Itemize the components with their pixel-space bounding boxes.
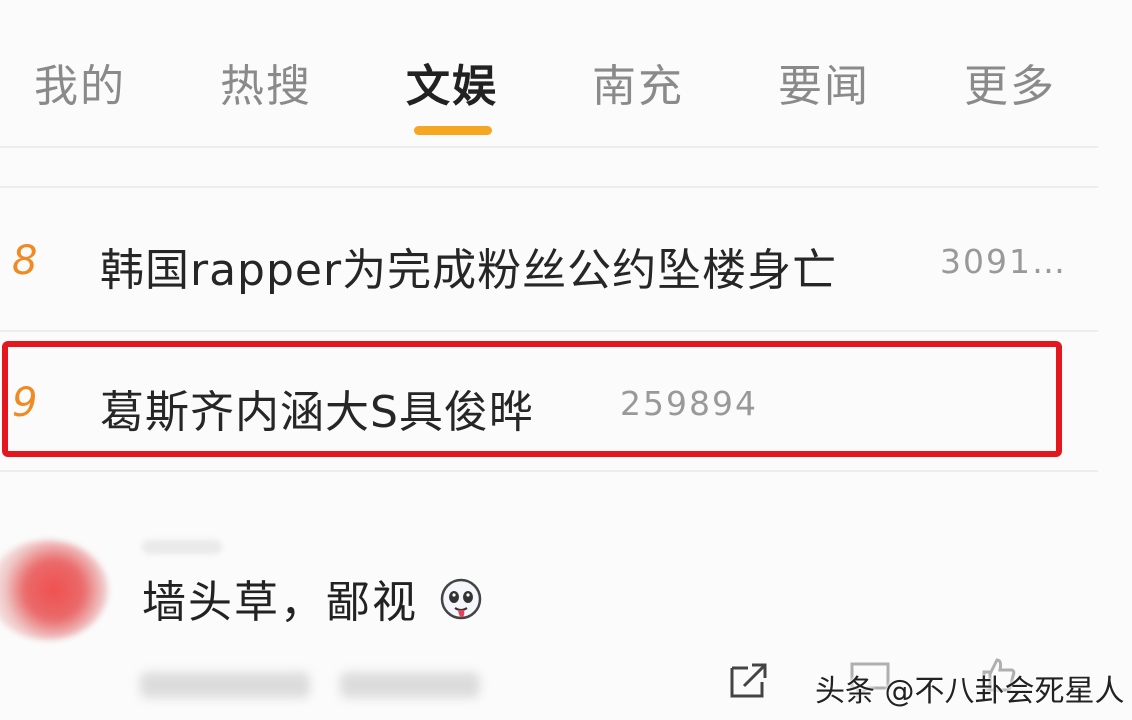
tab-mine[interactable]: 我的	[34, 50, 126, 114]
tab-entertainment[interactable]: 文娱	[406, 50, 498, 114]
skull-tongue-emoji-icon	[438, 577, 484, 634]
divider	[0, 186, 1098, 188]
blurred-source	[340, 672, 480, 698]
avatar[interactable]	[0, 540, 108, 640]
tab-hot-search[interactable]: 热搜	[220, 50, 312, 114]
divider	[0, 146, 1098, 148]
comment-text: 墙头草，鄙视	[142, 566, 484, 634]
tab-news[interactable]: 要闻	[778, 50, 870, 114]
watermark: 头条 @不八卦会死星人	[815, 674, 1125, 709]
share-icon[interactable]	[728, 660, 770, 700]
divider	[0, 330, 1098, 332]
blurred-timestamp	[140, 672, 310, 698]
hot-list-item[interactable]: 8 韩国rapper为完成粉丝公约坠楼身亡 3091…	[0, 200, 1098, 320]
comment-body: 墙头草，鄙视	[142, 577, 418, 628]
blurred-username	[142, 540, 222, 554]
rank-number: 8	[12, 238, 38, 284]
divider	[0, 470, 1098, 472]
channel-tab-bar: 我的 热搜 文娱 南充 要闻 更多	[0, 0, 1132, 148]
tab-more[interactable]: 更多	[964, 50, 1056, 114]
highlight-box	[2, 341, 1062, 457]
hot-title[interactable]: 韩国rapper为完成粉丝公约坠楼身亡	[100, 234, 837, 298]
tab-nanchong[interactable]: 南充	[592, 50, 684, 114]
hot-count: 3091…	[940, 242, 1067, 281]
active-tab-indicator	[414, 126, 492, 135]
